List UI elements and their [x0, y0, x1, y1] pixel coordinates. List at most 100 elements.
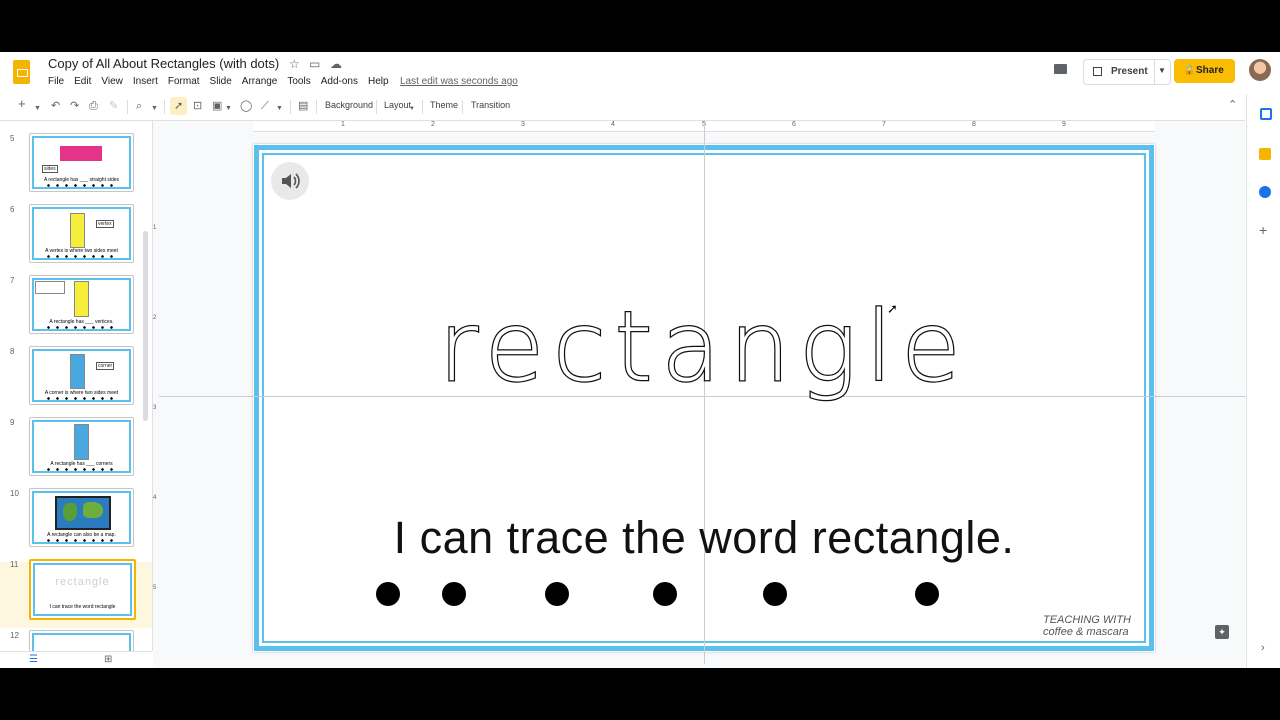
slide-caption[interactable]: I can trace the word rectangle. [253, 512, 1155, 564]
slide-thumbnail-8[interactable]: corner A corner is where two sides meet [29, 346, 134, 405]
thumb-caption: A rectangle has ___ vertices. [49, 319, 114, 325]
menu-edit[interactable]: Edit [69, 76, 96, 87]
menu-format[interactable]: Format [163, 76, 205, 87]
corner-label: corner [96, 362, 115, 370]
comment-history-icon[interactable] [1054, 64, 1067, 74]
menu-file[interactable]: File [47, 76, 69, 87]
thumb-dots [44, 326, 119, 329]
layout-button[interactable]: Layout [384, 100, 411, 110]
background-button[interactable]: Background [325, 100, 373, 110]
present-button[interactable]: Present ▼ [1083, 59, 1171, 85]
select-cursor-icon: ➚ [174, 100, 184, 112]
thumb-caption: A rectangle has ___ corners [50, 461, 113, 467]
share-button[interactable]: 🔒 Share [1174, 59, 1235, 83]
image-icon[interactable]: ▣ [212, 99, 222, 113]
collapse-toolbar-icon[interactable]: ⌃ [1228, 98, 1237, 112]
last-edit-link[interactable]: Last edit was seconds ago [400, 76, 518, 87]
audio-speaker-icon[interactable] [271, 162, 309, 200]
brand-logo: TEACHING WITH coffee & mascara [1043, 614, 1131, 638]
paint-format-icon[interactable]: ✎ [109, 99, 118, 113]
menu-addons[interactable]: Add-ons [316, 76, 363, 87]
menu-view[interactable]: View [96, 76, 128, 87]
tasks-icon[interactable] [1259, 186, 1271, 198]
account-avatar[interactable] [1249, 59, 1271, 81]
thumb-caption: A rectangle can also be a map. [47, 532, 116, 538]
menu-tools[interactable]: Tools [282, 76, 315, 87]
add-addon-icon[interactable]: + [1259, 222, 1267, 238]
word-dot[interactable] [653, 582, 677, 606]
zoom-icon[interactable]: ⌕ [136, 99, 142, 113]
thumb-traced-word: rectangle [55, 576, 110, 588]
thumb-caption: A corner is where two sides meet [44, 390, 119, 396]
slide-thumbnail-7[interactable]: A rectangle has ___ vertices. [29, 275, 134, 334]
slide-number: 11 [10, 560, 19, 569]
slide-thumbnail-12[interactable] [29, 630, 134, 651]
document-title[interactable]: Copy of All About Rectangles (with dots) [48, 56, 279, 71]
traceable-word[interactable]: rectangle [253, 291, 1155, 404]
folder-icon[interactable]: ▭ [309, 57, 320, 71]
present-dropdown-icon[interactable]: ▼ [1158, 66, 1166, 75]
word-dot[interactable] [376, 582, 400, 606]
slides-app: Copy of All About Rectangles (with dots)… [0, 52, 1280, 668]
calendar-icon[interactable] [1260, 108, 1272, 120]
new-slide-dropdown-icon[interactable]: ▼ [34, 102, 41, 116]
text-box-icon[interactable]: ⊡ [193, 99, 202, 113]
menu-insert[interactable]: Insert [128, 76, 163, 87]
thumb-dots [44, 468, 119, 471]
image-dropdown-icon[interactable]: ▼ [225, 102, 232, 116]
current-slide[interactable]: rectangle I can trace the word rectangle… [159, 124, 1249, 664]
menu-help[interactable]: Help [363, 76, 394, 87]
slide-thumbnail-9[interactable]: A rectangle has ___ corners [29, 417, 134, 476]
print-icon[interactable]: ⎙ [89, 99, 98, 113]
add-comment-icon[interactable]: ▤ [298, 99, 308, 113]
thumb-caption: A rectangle has ___ straight sides [43, 177, 120, 183]
new-slide-icon[interactable]: + [18, 97, 26, 111]
menu-arrange[interactable]: Arrange [237, 76, 283, 87]
vertex-label: vertex [96, 220, 114, 228]
grid-view-icon[interactable]: ⊞ [104, 654, 112, 665]
expand-panel-icon[interactable]: › [1261, 642, 1265, 654]
filmstrip-scrollbar[interactable] [143, 231, 148, 421]
blue-rectangle [74, 424, 89, 460]
filmstrip-view-icon[interactable]: ☰ [29, 654, 38, 665]
side-panel: + › [1246, 94, 1280, 668]
cloud-status-icon: ☁ [330, 57, 342, 71]
thumb-dots [44, 184, 119, 187]
slide-thumbnail-10[interactable]: A rectangle can also be a map. [29, 488, 134, 547]
slide-number: 6 [10, 205, 15, 214]
shape-icon[interactable]: ◯ [240, 99, 252, 113]
menu-slide[interactable]: Slide [205, 76, 237, 87]
line-dropdown-icon[interactable]: ▼ [276, 102, 283, 116]
undo-icon[interactable]: ↶ [51, 99, 60, 113]
transition-button[interactable]: Transition [471, 100, 510, 110]
thumb-dots [44, 539, 119, 542]
toolbar: + ▼ ↶ ↷ ⎙ ✎ ⌕ ▼ ➚ ⊡ ▣ ▼ ◯ ⟋ ▼ ▤ Backgrou… [0, 94, 1245, 121]
zoom-dropdown-icon[interactable]: ▼ [151, 102, 158, 116]
share-label: Share [1196, 65, 1224, 76]
slide-canvas: 1 2 3 4 5 6 7 8 9 1 2 3 4 5 [153, 121, 1249, 668]
word-dot[interactable] [915, 582, 939, 606]
slide-thumbnail-11[interactable]: rectangle I can trace the word rectangle [29, 559, 136, 620]
thumb-dots [44, 397, 119, 400]
slide-number: 9 [10, 418, 15, 427]
layout-dropdown-icon[interactable]: ▼ [409, 102, 415, 116]
lock-icon: 🔒 [1183, 65, 1196, 76]
keep-icon[interactable] [1259, 148, 1271, 160]
word-dot[interactable] [545, 582, 569, 606]
thumb-dots [44, 255, 119, 258]
slide-thumbnail-5[interactable]: sides A rectangle has ___ straight sides [29, 133, 134, 192]
redo-icon[interactable]: ↷ [70, 99, 79, 113]
slide-thumbnail-6[interactable]: vertex A vertex is where two sides meet [29, 204, 134, 263]
menu-bar: File Edit View Insert Format Slide Arran… [47, 76, 394, 87]
instructions-box [35, 281, 65, 294]
blue-rectangle [70, 354, 85, 389]
present-label: Present [1111, 66, 1148, 77]
word-dot[interactable] [763, 582, 787, 606]
word-dot[interactable] [442, 582, 466, 606]
slides-logo-icon[interactable] [13, 60, 30, 84]
theme-button[interactable]: Theme [430, 100, 458, 110]
explore-icon[interactable]: ✦ [1215, 625, 1229, 639]
star-icon[interactable]: ☆ [289, 57, 300, 71]
mouse-cursor-icon: ➚ [887, 301, 898, 316]
line-icon[interactable]: ⟋ [261, 99, 269, 113]
